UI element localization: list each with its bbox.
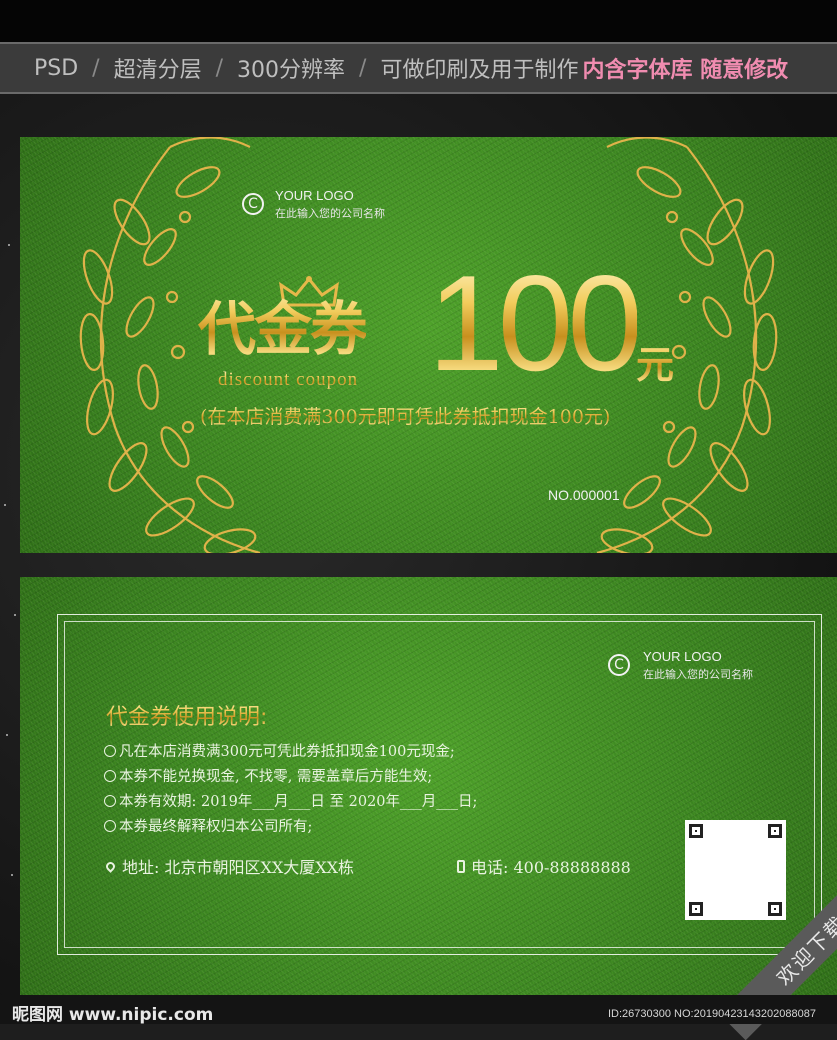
location-pin-icon xyxy=(104,859,117,873)
banner-item: 超清分层 xyxy=(113,58,202,83)
rule-item: 本券有效期: 2019年___月___日 至 2020年___月___日; xyxy=(104,790,477,811)
banner-separator: / xyxy=(359,55,367,81)
coupon-amount: 100 xyxy=(428,247,643,399)
logo-icon: C xyxy=(242,193,264,215)
coupon-title: 代金券 xyxy=(198,282,368,366)
coupon-condition: (在本店消费满300元即可凭此券抵扣现金100元) xyxy=(200,402,610,429)
coupon-back: C YOUR LOGO 在此输入您的公司名称 代金券使用说明: 凡在本店消费满3… xyxy=(20,577,837,995)
bullet-icon xyxy=(104,745,116,757)
phone: 电话: 400-88888888 xyxy=(457,854,631,878)
serial-number: NO.000001 xyxy=(548,487,620,503)
company-name: 在此输入您的公司名称 xyxy=(643,668,753,681)
currency-label: 元 xyxy=(636,334,674,389)
coupon-subtitle: discount coupon xyxy=(218,369,359,390)
banner-highlight: 内含字体库 随意修改 xyxy=(582,58,789,83)
banner-item: PSD xyxy=(34,55,79,81)
instructions-title: 代金券使用说明: xyxy=(106,699,267,731)
logo-name: YOUR LOGO xyxy=(275,188,354,203)
coupon-front: C YOUR LOGO 在此输入您的公司名称 代金券 discount coup… xyxy=(20,137,837,553)
watermark-site: 昵图网 www.nipic.com xyxy=(12,1005,214,1025)
rule-item: 本券最终解释权归本公司所有; xyxy=(104,815,312,836)
bullet-icon xyxy=(104,820,116,832)
logo-name: YOUR LOGO xyxy=(643,649,722,664)
bullet-icon xyxy=(104,770,116,782)
banner-item: 可做印刷及用于制作 xyxy=(380,58,579,83)
phone-text: 电话: 400-88888888 xyxy=(471,858,631,877)
address: 地址: 北京市朝阳区XX大厦XX栋 xyxy=(104,854,355,878)
rule-item: 凡在本店消费满300元可凭此券抵扣现金100元现金; xyxy=(104,740,455,761)
rule-item: 本券不能兑换现金, 不找零, 需要盖章后方能生效; xyxy=(104,765,432,786)
address-text: 地址: 北京市朝阳区XX大厦XX栋 xyxy=(122,858,355,877)
phone-icon xyxy=(457,859,465,873)
banner-separator: / xyxy=(215,55,224,81)
bullet-icon xyxy=(104,795,116,807)
watermark-id: ID:26730300 NO:20190423143202088087 xyxy=(608,1008,816,1020)
qr-code-placeholder xyxy=(685,820,786,920)
top-bar xyxy=(0,0,837,42)
logo-icon: C xyxy=(608,654,630,676)
promo-banner: PSD / 超清分层 / 300分辨率 / 可做印刷及用于制作 内含字体库 随意… xyxy=(0,42,837,94)
company-name: 在此输入您的公司名称 xyxy=(275,207,385,220)
banner-item: 300分辨率 xyxy=(237,58,346,83)
banner-separator: / xyxy=(92,55,100,81)
